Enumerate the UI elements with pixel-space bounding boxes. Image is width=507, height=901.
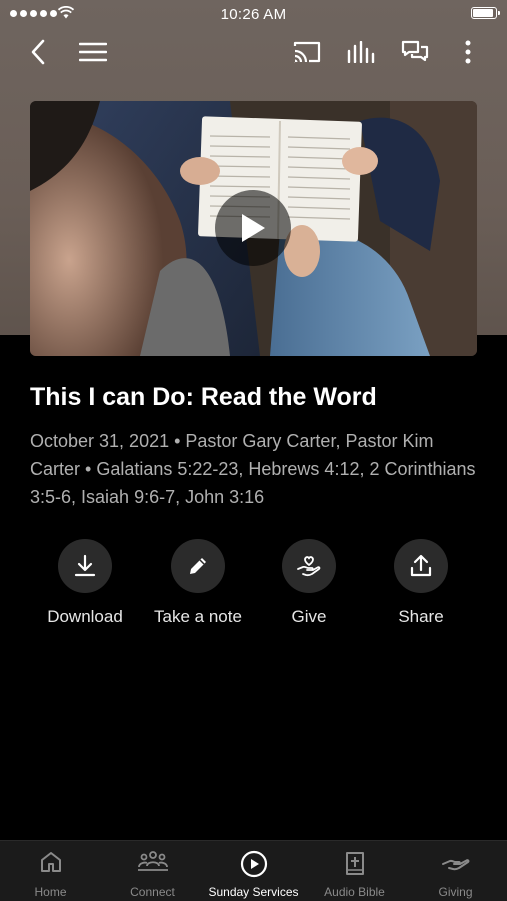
tab-connect[interactable]: Connect bbox=[102, 841, 203, 901]
tab-home-label: Home bbox=[34, 885, 67, 899]
tab-audio-bible-label: Audio Bible bbox=[324, 885, 385, 899]
status-time: 10:26 AM bbox=[220, 6, 287, 23]
download-button[interactable]: Download bbox=[30, 539, 140, 627]
play-circle-icon bbox=[240, 850, 267, 878]
home-icon bbox=[40, 852, 61, 872]
play-button[interactable] bbox=[215, 190, 291, 266]
tab-audio-bible[interactable]: Audio Bible bbox=[304, 841, 405, 901]
give-button[interactable]: Give bbox=[254, 539, 364, 627]
bottom-tab-bar: Home Connect Sunday Services Audio Bible… bbox=[0, 840, 507, 901]
back-button[interactable] bbox=[20, 34, 56, 70]
tab-connect-label: Connect bbox=[130, 885, 175, 899]
give-icon bbox=[297, 556, 321, 577]
status-bar: 10:26 AM bbox=[0, 0, 507, 28]
tab-giving[interactable]: Giving bbox=[405, 841, 506, 901]
cast-button[interactable] bbox=[289, 34, 325, 70]
share-icon bbox=[410, 554, 432, 577]
share-label: Share bbox=[398, 607, 444, 626]
chevron-left-icon bbox=[31, 39, 45, 65]
tab-home[interactable]: Home bbox=[0, 841, 101, 901]
audio-levels-button[interactable] bbox=[343, 34, 379, 70]
sermon-title: This I can Do: Read the Word bbox=[30, 383, 377, 411]
more-options-button[interactable] bbox=[450, 34, 486, 70]
hamburger-icon bbox=[79, 42, 107, 62]
give-label: Give bbox=[291, 607, 327, 626]
tab-sunday-services[interactable]: Sunday Services bbox=[203, 841, 304, 901]
take-note-label: Take a note bbox=[154, 607, 242, 626]
download-icon bbox=[74, 554, 96, 577]
discussion-button[interactable] bbox=[397, 34, 433, 70]
giving-icon bbox=[441, 859, 469, 871]
battery-icon bbox=[471, 7, 500, 19]
chat-bubbles-icon bbox=[401, 40, 429, 62]
video-player[interactable] bbox=[30, 101, 477, 356]
download-label: Download bbox=[47, 607, 123, 626]
share-button[interactable]: Share bbox=[366, 539, 476, 627]
bible-icon bbox=[345, 852, 364, 875]
sermon-details: October 31, 2021 • Pastor Gary Carter, P… bbox=[30, 431, 476, 507]
take-note-button[interactable]: Take a note bbox=[143, 539, 253, 627]
cast-icon bbox=[293, 41, 321, 63]
pencil-icon bbox=[190, 558, 206, 574]
tab-sunday-services-label: Sunday Services bbox=[208, 885, 299, 899]
more-vertical-icon bbox=[465, 40, 471, 64]
menu-button[interactable] bbox=[75, 34, 111, 70]
audio-bars-icon bbox=[347, 41, 375, 63]
tab-giving-label: Giving bbox=[438, 885, 473, 899]
play-icon bbox=[242, 214, 265, 242]
connect-icon bbox=[137, 851, 168, 871]
